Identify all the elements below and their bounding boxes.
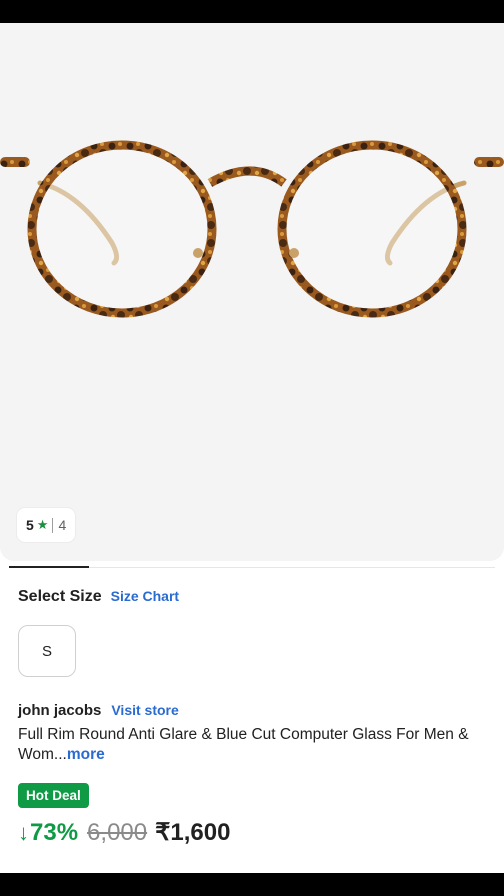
rating-value: 5 xyxy=(26,517,34,533)
discount: ↓ 73% xyxy=(18,819,78,847)
select-size-title: Select Size xyxy=(18,588,102,605)
size-option-s[interactable]: S xyxy=(18,625,76,677)
rating-chip[interactable]: 5 ★ 4 xyxy=(17,508,76,542)
carousel-indicator-track xyxy=(89,567,495,568)
down-arrow-icon: ↓ xyxy=(18,819,29,845)
mrp-price: 6,000 xyxy=(87,818,148,846)
star-icon: ★ xyxy=(36,517,49,532)
product-image xyxy=(0,140,504,318)
more-link[interactable]: more xyxy=(67,746,105,763)
visit-store-link[interactable]: Visit store xyxy=(111,702,178,718)
selling-price: ₹1,600 xyxy=(155,819,231,846)
status-bar xyxy=(0,0,504,23)
size-chart-link[interactable]: Size Chart xyxy=(111,588,179,604)
discount-percent: 73% xyxy=(30,818,79,846)
rating-count: 4 xyxy=(58,517,67,533)
product-image-carousel[interactable]: 5 ★ 4 xyxy=(0,23,504,561)
size-header: Select Size Size Chart xyxy=(18,588,179,606)
price-row: ↓ 73% 6,000 ₹1,600 xyxy=(18,818,230,847)
product-title: Full Rim Round Anti Glare & Blue Cut Com… xyxy=(18,725,488,765)
navigation-bar xyxy=(0,873,504,896)
carousel-indicator-active xyxy=(9,566,89,568)
brand-row: john jacobs Visit store xyxy=(18,702,179,719)
hot-deal-badge: Hot Deal xyxy=(18,783,89,808)
brand-name: john jacobs xyxy=(18,702,102,719)
rating-divider xyxy=(52,517,54,533)
